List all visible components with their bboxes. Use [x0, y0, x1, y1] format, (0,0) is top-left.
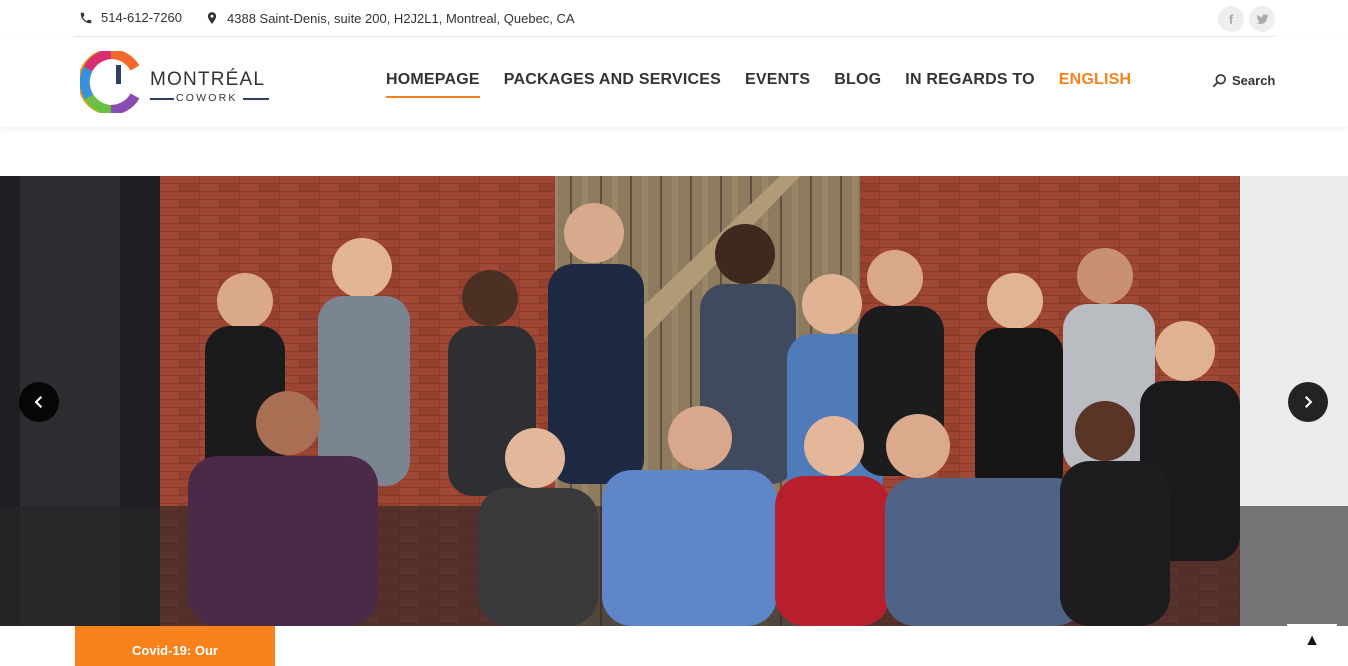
nav-events[interactable]: EVENTS	[745, 71, 810, 98]
address-text: 4388 Saint-Denis, suite 200, H2J2L1, Mon…	[227, 10, 575, 26]
nav-blog[interactable]: BLOG	[834, 71, 881, 98]
nav-packages-and-services[interactable]: PACKAGES AND SERVICES	[504, 71, 721, 98]
twitter-link[interactable]	[1249, 6, 1275, 32]
logo-mark	[80, 51, 140, 113]
site-logo[interactable]: MONTRÉAL COWORK	[80, 51, 280, 113]
nav-homepage[interactable]: HOMEPAGE	[386, 71, 480, 98]
twitter-icon	[1256, 13, 1268, 24]
arrow-up-icon: ▲	[1304, 632, 1320, 649]
search-label: Search	[1232, 73, 1276, 88]
chevron-left-icon	[34, 396, 43, 408]
facebook-icon: f	[1228, 11, 1234, 27]
hero-slider[interactable]	[0, 176, 1348, 626]
covid-banner-button[interactable]: Covid-19: Our	[75, 626, 275, 666]
phone-number[interactable]: 514-612-7260	[101, 10, 182, 25]
location-pin-icon	[207, 12, 217, 24]
logo-title: MONTRÉAL	[150, 69, 266, 90]
logo-subtitle: COWORK	[176, 92, 238, 104]
logo-divider-right	[243, 98, 269, 100]
address-contact: 4388 Saint-Denis, suite 200, H2J2L1, Mon…	[205, 10, 575, 26]
chevron-right-icon	[1304, 396, 1313, 408]
back-to-top-button[interactable]: ▲	[1287, 624, 1337, 664]
logo-divider-left	[150, 98, 174, 100]
main-header: MONTRÉAL COWORK HOMEPAGE PACKAGES AND SE…	[0, 37, 1348, 127]
search-button[interactable]: Search	[1212, 73, 1275, 88]
nav-in-regards-to[interactable]: IN REGARDS TO	[905, 71, 1034, 98]
phone-icon	[80, 12, 92, 23]
slider-prev-button[interactable]	[19, 382, 59, 422]
search-icon	[1213, 74, 1226, 87]
main-navigation: HOMEPAGE PACKAGES AND SERVICES EVENTS BL…	[386, 71, 1131, 98]
top-bar: 514-612-7260 4388 Saint-Denis, suite 200…	[75, 0, 1275, 37]
facebook-link[interactable]: f	[1218, 6, 1244, 32]
language-switcher[interactable]: ENGLISH	[1059, 71, 1132, 98]
phone-contact[interactable]: 514-612-7260	[79, 10, 182, 25]
slider-next-button[interactable]	[1288, 382, 1328, 422]
team-photo	[0, 176, 1348, 626]
